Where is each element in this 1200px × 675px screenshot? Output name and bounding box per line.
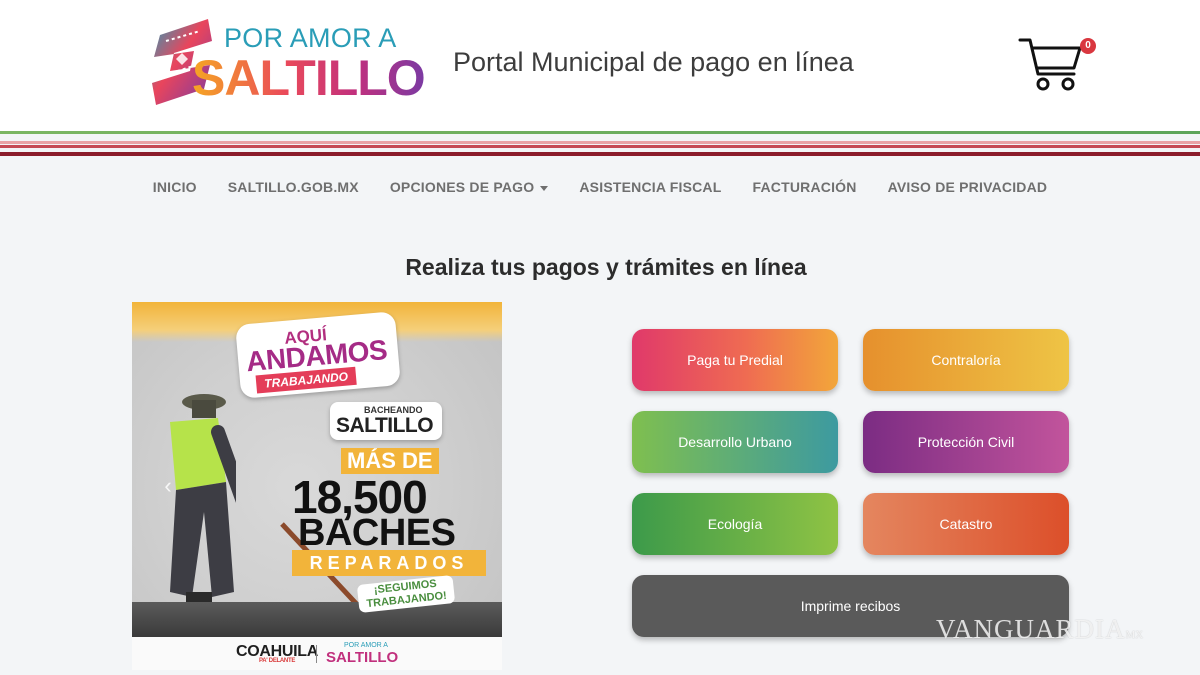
paga-tu-predial-button[interactable]: Paga tu Predial [632,329,838,391]
flag-stripes-divider [0,131,1200,159]
bacheando-saltillo-label: SALTILLO [336,414,434,437]
footer-por-amor-label: POR AMOR A [344,642,388,649]
stripe-pink [0,141,1200,144]
bacheando-saltillo-sticker: BACHEANDO SALTILLO [330,402,442,440]
footer-saltillo-label: SALTILLO [326,649,399,666]
vanguardia-watermark: VANGUARDIAMX [936,614,1143,645]
por-amor-a-saltillo-logo[interactable]: POR AMOR A SALTILLO [150,15,426,110]
carousel-prev-arrow-icon[interactable]: ‹ [158,474,178,498]
watermark-text: VANGUARDIA [936,614,1126,644]
proteccion-civil-button[interactable]: Protección Civil [863,411,1069,473]
baches-label: BACHES [298,512,456,554]
reparados-label: REPARADOS [292,550,486,576]
section-title: Realiza tus pagos y trámites en línea [405,254,807,280]
catastro-button[interactable]: Catastro [863,493,1069,555]
nav-item-opciones-de-pago-label: OPCIONES DE PAGO [389,179,535,195]
aqui-andamos-sticker: AQUÍ ANDAMOS TRABAJANDO [235,311,401,399]
cart-count-badge: 0 [1080,38,1096,54]
slide-footer-logos: COAHUILA PA' DELANTE POR AMOR A SALTILLO [132,637,502,670]
ecologia-button[interactable]: Ecología [632,493,838,555]
stripe-green [0,131,1200,134]
logo-line-2: SALTILLO [192,50,426,106]
nav-item-saltillo-gob-mx[interactable]: SALTILLO.GOB.MX [228,172,359,202]
contraloria-button[interactable]: Contraloría [863,329,1069,391]
nav-item-inicio[interactable]: INICIO [153,172,197,202]
nav-item-opciones-de-pago[interactable]: OPCIONES DE PAGO [390,172,549,202]
shopping-cart-icon[interactable] [1018,36,1084,92]
coahuila-logo: COAHUILA PA' DELANTE [236,643,318,664]
nav-item-facturacion[interactable]: FACTURACIÓN [752,172,856,202]
stripe-maroon [0,152,1200,156]
watermark-suffix: MX [1125,629,1144,641]
slide-ground [132,602,502,637]
main-navigation: INICIO SALTILLO.GOB.MX OPCIONES DE PAGO … [0,172,1200,202]
site-header: POR AMOR A SALTILLO Portal Municipal de … [0,0,1200,132]
chevron-down-icon [540,185,549,191]
portal-title: Portal Municipal de pago en línea [453,47,854,77]
desarrollo-urbano-button[interactable]: Desarrollo Urbano [632,411,838,473]
nav-item-asistencia-fiscal[interactable]: ASISTENCIA FISCAL [579,172,721,202]
promo-carousel[interactable]: AQUÍ ANDAMOS TRABAJANDO BACHEANDO SALTIL… [132,302,502,670]
stripe-red [0,145,1200,148]
footer-separator [316,645,317,663]
nav-item-aviso-de-privacidad[interactable]: AVISO DE PRIVACIDAD [888,172,1048,202]
